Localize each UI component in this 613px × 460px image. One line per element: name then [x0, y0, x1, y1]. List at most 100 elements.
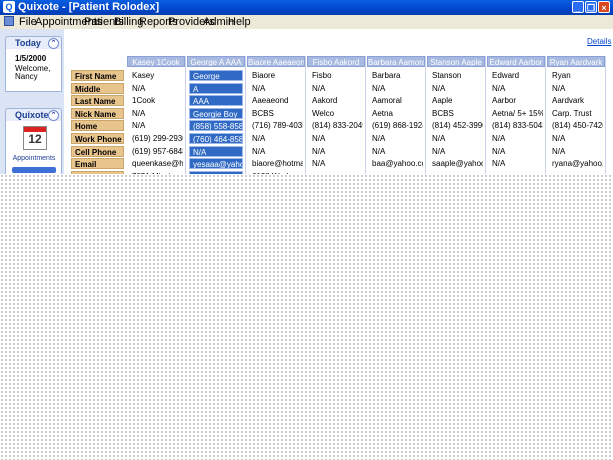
- patient-column-header[interactable]: Barbara Aamoral: [367, 56, 425, 67]
- patient-column-header[interactable]: Ryan Aardvark: [547, 56, 605, 67]
- patient-cell[interactable]: (619) 868-1924: [369, 120, 423, 131]
- column-separator: [245, 56, 246, 174]
- column-separator: [605, 56, 606, 174]
- patient-cell[interactable]: N/A: [249, 133, 303, 144]
- row-label-email: Email: [71, 158, 124, 170]
- patient-cell[interactable]: Aamoral: [369, 95, 423, 106]
- patient-cell[interactable]: Welco: [309, 108, 363, 119]
- appointments-selection: [12, 167, 56, 173]
- patient-cell[interactable]: yesaaa@yahoo...: [189, 158, 243, 170]
- patient-cell[interactable]: (619) 299-2930: [129, 133, 183, 144]
- patient-cell[interactable]: N/A: [549, 83, 603, 94]
- collapse-icon[interactable]: ⌃: [48, 38, 59, 49]
- patient-cell[interactable]: N/A: [189, 145, 243, 157]
- patient-cell[interactable]: BCBS: [249, 108, 303, 119]
- today-panel: 1/5/2000 Welcome, Nancy: [5, 49, 62, 92]
- patient-cell[interactable]: N/A: [549, 133, 603, 144]
- sidebar: Today ⌃ 1/5/2000 Welcome, Nancy Quixote …: [0, 29, 64, 175]
- patient-cell[interactable]: Aardvark: [549, 95, 603, 106]
- calendar-icon[interactable]: 12: [23, 126, 47, 150]
- patient-column-header[interactable]: Fisbo Aakord: [307, 56, 365, 67]
- patient-cell[interactable]: N/A: [369, 83, 423, 94]
- patient-cell[interactable]: N/A: [489, 83, 543, 94]
- patient-cell[interactable]: Stanson: [429, 70, 483, 81]
- patient-cell[interactable]: biaore@hotmail...: [249, 158, 303, 169]
- patient-cell[interactable]: N/A: [129, 83, 183, 94]
- patient-cell[interactable]: N/A: [489, 133, 543, 144]
- row-label-nick-name: Nick Name: [71, 107, 124, 119]
- patient-column-header[interactable]: Edward Aarbor: [487, 56, 545, 67]
- patient-cell[interactable]: A: [189, 82, 243, 94]
- patient-cell[interactable]: (814) 833-5043: [489, 120, 543, 131]
- column-separator: [185, 56, 186, 174]
- unpainted-region: [0, 174, 613, 460]
- patient-cell[interactable]: (814) 452-3990: [429, 120, 483, 131]
- collapse-icon[interactable]: ⌃: [48, 110, 59, 121]
- row-label-home-phone: Home Phone: [71, 120, 124, 142]
- user-name: Nancy: [15, 72, 38, 81]
- patient-cell[interactable]: queenkase@ho...: [129, 158, 183, 169]
- row-label-middle-name: Middle Name: [71, 82, 124, 105]
- details-link[interactable]: Details: [587, 37, 611, 46]
- row-label-work-phone: Work Phone: [71, 133, 124, 144]
- patient-cell[interactable]: Aetna: [369, 108, 423, 119]
- patient-cell[interactable]: Barbara: [369, 70, 423, 81]
- patient-cell[interactable]: (760) 464-8585: [189, 133, 243, 144]
- patient-cell[interactable]: Aakord: [309, 95, 363, 106]
- patient-cell[interactable]: Aetna/ 5+ 15%: [489, 108, 543, 119]
- patient-cell[interactable]: N/A: [309, 158, 363, 169]
- document-icon[interactable]: [4, 16, 14, 26]
- patient-column-header[interactable]: George A AAA: [187, 56, 245, 67]
- patient-cell[interactable]: Aaple: [429, 95, 483, 106]
- column-separator: [305, 56, 306, 174]
- quixote-panel: 12 Appointments: [5, 121, 62, 175]
- patient-cell[interactable]: Carp. Trust: [549, 108, 603, 119]
- patient-cell[interactable]: N/A: [129, 108, 183, 119]
- patient-cell[interactable]: N/A: [129, 120, 183, 131]
- patient-cell[interactable]: Fisbo: [309, 70, 363, 81]
- patient-cell[interactable]: saaple@yahoo...: [429, 158, 483, 169]
- patient-cell[interactable]: ryana@yahoo.c...: [549, 158, 603, 169]
- patient-cell[interactable]: N/A: [429, 133, 483, 144]
- patient-cell[interactable]: N/A: [369, 133, 423, 144]
- column-separator: [485, 56, 486, 174]
- patient-cell[interactable]: N/A: [549, 146, 603, 157]
- patient-cell[interactable]: Aarbor: [489, 95, 543, 106]
- patient-cell[interactable]: Biaore: [249, 70, 303, 81]
- patient-cell[interactable]: Kasey: [129, 70, 183, 81]
- patient-cell[interactable]: Aaeaeond: [249, 95, 303, 106]
- patient-cell[interactable]: (858) 558-8585: [189, 120, 243, 132]
- patient-column-header[interactable]: Stanson Aaple: [427, 56, 485, 67]
- restore-button[interactable]: ❐: [585, 1, 597, 13]
- patient-cell[interactable]: N/A: [369, 146, 423, 157]
- patient-cell[interactable]: N/A: [249, 146, 303, 157]
- row-label-cell-phone: Cell Phone: [71, 145, 124, 157]
- patient-cell[interactable]: baa@yahoo.com: [369, 158, 423, 169]
- patient-cell[interactable]: (716) 789-4035: [249, 120, 303, 131]
- patient-cell[interactable]: AAA: [189, 95, 243, 107]
- minimize-button[interactable]: _: [572, 1, 584, 13]
- close-button[interactable]: ×: [598, 1, 610, 13]
- patient-cell[interactable]: George: [189, 70, 243, 81]
- patient-cell[interactable]: Ryan: [549, 70, 603, 81]
- patient-cell[interactable]: (814) 833-2049: [309, 120, 363, 131]
- menu-help[interactable]: Help: [228, 16, 251, 28]
- patient-cell[interactable]: N/A: [249, 83, 303, 94]
- app-icon: Q: [3, 1, 15, 13]
- appointments-link[interactable]: Appointments: [10, 155, 58, 162]
- patient-cell[interactable]: BCBS: [429, 108, 483, 119]
- patient-column-header[interactable]: Biaore Aaeaeond: [247, 56, 305, 67]
- patient-cell[interactable]: N/A: [489, 146, 543, 157]
- patient-cell[interactable]: N/A: [429, 146, 483, 157]
- patient-cell[interactable]: N/A: [429, 83, 483, 94]
- patient-cell[interactable]: (619) 957-6848: [129, 146, 183, 157]
- patient-cell[interactable]: N/A: [309, 83, 363, 94]
- patient-cell[interactable]: N/A: [309, 133, 363, 144]
- patient-cell[interactable]: N/A: [489, 158, 543, 169]
- patient-column-header[interactable]: Kasey 1Cook: [127, 56, 185, 67]
- patient-cell[interactable]: Georgie Boy: [189, 107, 243, 119]
- patient-cell[interactable]: 1Cook: [129, 95, 183, 106]
- patient-cell[interactable]: N/A: [309, 146, 363, 157]
- patient-cell[interactable]: (814) 450-7420: [549, 120, 603, 131]
- patient-cell[interactable]: Edward: [489, 70, 543, 81]
